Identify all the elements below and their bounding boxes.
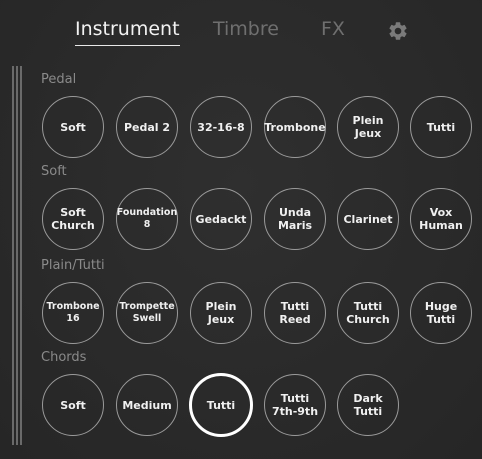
preset-button[interactable]: Vox Human: [410, 188, 472, 250]
section-label-pedal: Pedal: [41, 72, 77, 87]
preset-button[interactable]: Unda Maris: [264, 188, 326, 250]
gear-icon-graphic: [389, 22, 407, 40]
section-label-chords: Chords: [41, 350, 87, 365]
preset-button[interactable]: Dark Tutti: [337, 374, 399, 436]
preset-button[interactable]: Foundation 8: [116, 188, 178, 250]
tab-instrument[interactable]: Instrument: [75, 18, 180, 46]
tab-timbre[interactable]: Timbre: [213, 18, 279, 40]
preset-button[interactable]: 32-16-8: [190, 96, 252, 158]
tab-fx-label: FX: [321, 18, 345, 40]
preset-button-selected[interactable]: Tutti: [189, 373, 253, 437]
active-tab-underline: [75, 44, 180, 46]
preset-button[interactable]: Tutti: [410, 96, 472, 158]
preset-button[interactable]: Pedal 2: [116, 96, 178, 158]
preset-button[interactable]: Medium: [116, 374, 178, 436]
preset-row-pedal: Soft Pedal 2 32-16-8 Trombone Plein Jeux…: [0, 96, 482, 176]
preset-button[interactable]: Soft: [42, 374, 104, 436]
preset-button[interactable]: Soft Church: [42, 188, 104, 250]
preset-button[interactable]: Tutti Church: [337, 282, 399, 344]
preset-row-soft: Soft Church Foundation 8 Gedackt Unda Ma…: [0, 188, 482, 268]
tab-timbre-label: Timbre: [213, 18, 279, 40]
preset-button[interactable]: Plein Jeux: [337, 96, 399, 158]
preset-button[interactable]: Soft: [42, 96, 104, 158]
tab-fx[interactable]: FX: [321, 18, 345, 40]
preset-button[interactable]: Clarinet: [337, 188, 399, 250]
section-label-plain-tutti: Plain/Tutti: [41, 258, 105, 273]
preset-button[interactable]: Plein Jeux: [190, 282, 252, 344]
preset-button[interactable]: Tutti Reed: [264, 282, 326, 344]
organ-preset-panel: Instrument Timbre FX Pedal Soft Pedal 2 …: [0, 0, 482, 459]
tab-bar: Instrument Timbre FX: [0, 14, 482, 54]
gear-icon[interactable]: [387, 20, 409, 42]
preset-button[interactable]: Gedackt: [190, 188, 252, 250]
preset-button[interactable]: Trompette Swell: [116, 282, 178, 344]
preset-button[interactable]: Trombone 16: [42, 282, 104, 344]
preset-row-chords: Soft Medium Tutti Tutti 7th-9th Dark Tut…: [0, 373, 482, 454]
preset-button[interactable]: Huge Tutti: [410, 282, 472, 344]
preset-button[interactable]: Tutti 7th-9th: [264, 374, 326, 436]
tab-instrument-label: Instrument: [75, 18, 180, 40]
section-label-soft: Soft: [41, 164, 67, 179]
preset-button[interactable]: Trombone: [264, 96, 326, 158]
